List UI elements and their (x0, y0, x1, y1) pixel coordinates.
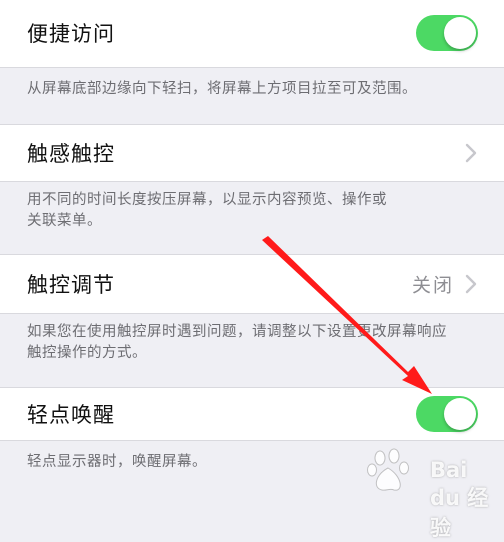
red-arrow-icon (262, 236, 432, 394)
baidu-paw-icon (367, 448, 409, 491)
baidu-watermark: Bai du 经验 (362, 444, 500, 540)
watermark-text: Bai du 经验 (430, 458, 489, 540)
